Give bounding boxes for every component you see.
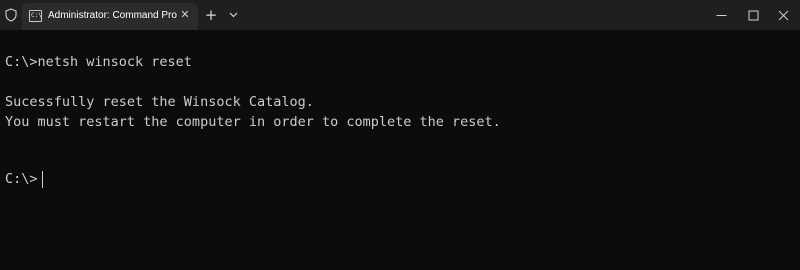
console-prompt: C:\>: [5, 171, 38, 187]
terminal-icon: C:\: [29, 10, 42, 22]
console-output[interactable]: C:\>netsh winsock reset Sucessfully rese…: [0, 30, 800, 270]
tab-title: Administrator: Command Pro: [48, 10, 177, 21]
close-icon[interactable]: ✕: [177, 6, 193, 24]
minimize-icon: [716, 14, 726, 16]
close-icon: [778, 10, 788, 20]
title-bar: C:\ Administrator: Command Pro ✕ +: [0, 0, 800, 30]
console-line: Sucessfully reset the Winsock Catalog.: [5, 94, 314, 110]
tab-command-prompt[interactable]: C:\ Administrator: Command Pro ✕: [22, 3, 198, 30]
chevron-down-icon[interactable]: [226, 6, 240, 24]
shield-icon: [4, 6, 18, 23]
minimize-button[interactable]: [703, 0, 739, 30]
new-tab-button[interactable]: +: [203, 5, 219, 25]
console-line: C:\>netsh winsock reset: [5, 54, 192, 70]
maximize-icon: [748, 10, 758, 20]
close-window-button[interactable]: [765, 0, 800, 30]
text-cursor: [42, 171, 43, 188]
console-line: You must restart the computer in order t…: [5, 114, 501, 130]
